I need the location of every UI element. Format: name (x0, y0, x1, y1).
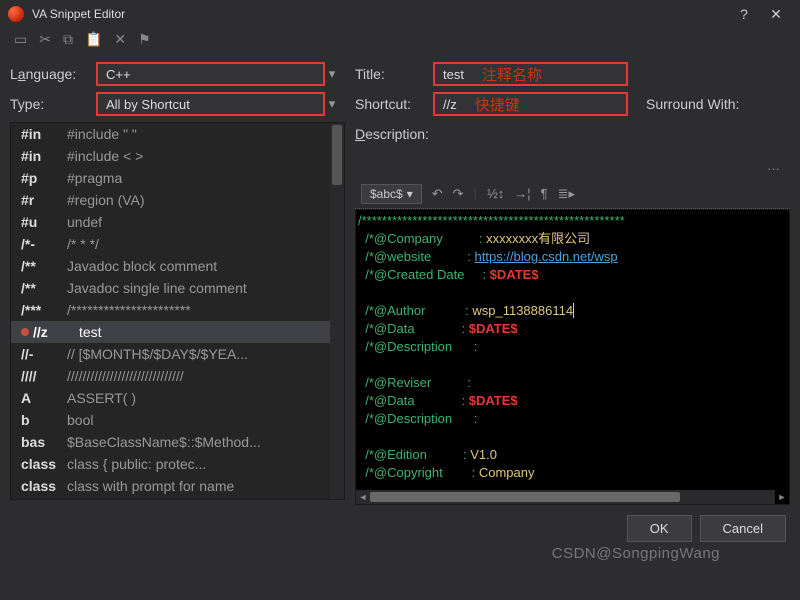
list-item[interactable]: /***/********************** (11, 299, 330, 321)
list-item[interactable]: classclass { public: protec... (11, 453, 330, 475)
list-item[interactable]: dodo { ... } while () (11, 497, 330, 499)
flag-icon[interactable]: ⚑ (138, 31, 151, 48)
scroll-right-icon[interactable]: ► (775, 490, 789, 504)
undo-icon[interactable]: ↶ (432, 186, 443, 202)
list-item[interactable]: AASSERT( ) (11, 387, 330, 409)
title-input[interactable]: test注释名称 (433, 62, 628, 86)
list-item[interactable]: /**Javadoc single line comment (11, 277, 330, 299)
list-item[interactable]: classclass with prompt for name (11, 475, 330, 497)
arrow-icon[interactable]: →¦ (514, 186, 530, 201)
list-item[interactable]: //ztest (11, 321, 330, 343)
toolbar: ▭ ✂ ⧉ 📋 ✕ ⚑ (0, 28, 800, 56)
redo-icon[interactable]: ↷ (453, 186, 464, 202)
window-title: VA Snippet Editor (32, 7, 728, 21)
description-label: Description: (355, 126, 445, 142)
title-label: Title: (355, 66, 427, 82)
delete-icon[interactable]: ✕ (114, 31, 126, 48)
shortcut-annotation: 快捷键 (475, 94, 520, 115)
shortcut-label: Shortcut: (355, 96, 427, 112)
reserved-string-button[interactable]: $abc$ ▾ (361, 184, 422, 204)
new-icon[interactable]: ▭ (14, 31, 27, 48)
list-item[interactable]: #p#pragma (11, 167, 330, 189)
type-label: Type: (10, 96, 90, 112)
ok-button[interactable]: OK (627, 515, 692, 542)
list-item[interactable]: bas$BaseClassName$::$Method... (11, 431, 330, 453)
list-scrollbar[interactable] (330, 123, 344, 499)
shortcut-input[interactable]: //z快捷键 (433, 92, 628, 116)
list-item[interactable]: /**Javadoc block comment (11, 255, 330, 277)
paste-icon[interactable]: 📋 (85, 31, 102, 48)
title-annotation: 注释名称 (482, 64, 542, 85)
surround-with-label: Surround With: (646, 96, 739, 112)
snippet-list[interactable]: #in#include " "#in#include < >#p#pragma#… (10, 122, 345, 500)
list-item[interactable]: //-// [$MONTH$/$DAY$/$YEA... (11, 343, 330, 365)
editor-h-scrollbar[interactable]: ◄ ► (356, 490, 775, 504)
language-dropdown[interactable]: C++ (96, 62, 325, 86)
dots: … (355, 152, 790, 173)
list-item[interactable]: ////////////////////////////////// (11, 365, 330, 387)
scroll-left-icon[interactable]: ◄ (356, 490, 370, 504)
list-item[interactable]: bbool (11, 409, 330, 431)
app-icon (8, 6, 24, 22)
description-input[interactable] (451, 122, 790, 146)
title-bar: VA Snippet Editor ? ✕ (0, 0, 800, 28)
copy-icon[interactable]: ⧉ (63, 31, 73, 48)
indent-icon[interactable]: ≣▸ (558, 186, 575, 202)
language-label: Language: (10, 66, 90, 82)
half-icon[interactable]: ½↕ (487, 186, 504, 201)
cancel-button[interactable]: Cancel (700, 515, 786, 542)
code-editor[interactable]: /***************************************… (355, 209, 790, 505)
close-icon[interactable]: ✕ (760, 0, 792, 28)
help-icon[interactable]: ? (728, 0, 760, 28)
type-dropdown[interactable]: All by Shortcut (96, 92, 325, 116)
list-item[interactable]: #in#include " " (11, 123, 330, 145)
cut-icon[interactable]: ✂ (39, 31, 51, 48)
list-item[interactable]: #uundef (11, 211, 330, 233)
pilcrow-icon[interactable]: ¶ (541, 186, 548, 201)
list-item[interactable]: #in#include < > (11, 145, 330, 167)
list-item[interactable]: /*-/* * */ (11, 233, 330, 255)
list-item[interactable]: #r#region (VA) (11, 189, 330, 211)
editor-toolbar: $abc$ ▾ ↶ ↷ | ½↕ →¦ ¶ ≣▸ (355, 179, 790, 209)
